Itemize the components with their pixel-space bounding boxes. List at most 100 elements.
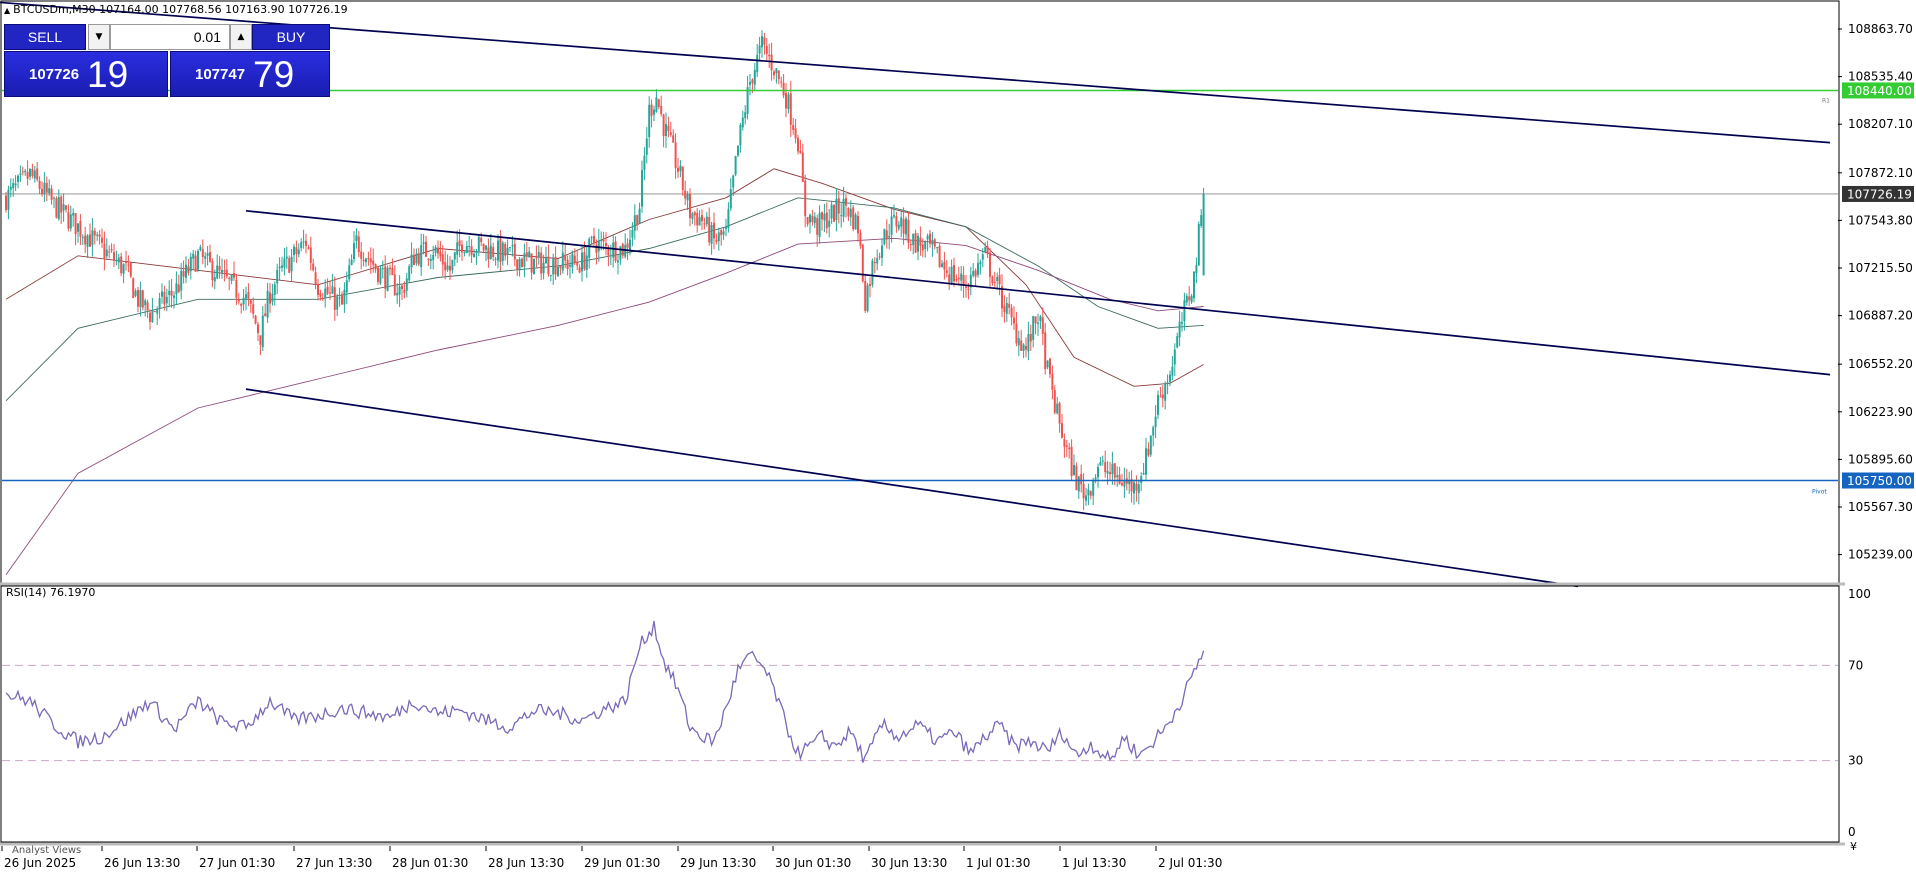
time-tick-label: 29 Jun 13:30 — [680, 856, 756, 870]
candle-body — [797, 137, 799, 152]
candle-body — [110, 249, 113, 251]
candle-body — [715, 239, 718, 242]
candle-body — [1005, 302, 1008, 314]
candle-body — [557, 266, 559, 276]
candle-body — [120, 256, 123, 274]
candle-body — [348, 265, 351, 280]
candle-body — [36, 168, 39, 180]
candle-body — [890, 216, 893, 235]
time-tick-label: 30 Jun 13:30 — [871, 856, 947, 870]
candle-body — [672, 135, 675, 143]
candle-body — [1161, 394, 1164, 399]
candle-body — [725, 226, 727, 229]
candle-body — [312, 263, 315, 271]
candle-body — [713, 222, 715, 239]
candle-body — [221, 269, 223, 273]
candle-body — [1149, 435, 1152, 455]
candle-body — [72, 212, 75, 216]
lot-size-input[interactable] — [110, 24, 230, 50]
sell-price-button[interactable]: 107726 19 — [4, 51, 168, 97]
candle-body — [499, 238, 502, 263]
candle-body — [835, 198, 838, 220]
scale-toggle-icon[interactable]: ¥ — [1850, 840, 1857, 853]
candle-body — [612, 242, 615, 258]
candle-body — [1097, 466, 1099, 478]
candle-body — [878, 256, 881, 258]
candle-body — [271, 293, 274, 302]
lot-increase-button[interactable]: ▲ — [230, 24, 252, 50]
candle-body — [441, 254, 444, 265]
candle-body — [734, 156, 737, 175]
candle-body — [861, 244, 864, 282]
candle-body — [854, 214, 857, 230]
candle-body — [1068, 447, 1071, 450]
candle-body — [333, 287, 336, 310]
candle-body — [789, 93, 792, 125]
candle-body — [581, 252, 583, 272]
candle-body — [1202, 193, 1205, 276]
candle-body — [249, 300, 252, 304]
candle-body — [1015, 323, 1018, 344]
candle-body — [761, 36, 763, 48]
candle-body — [845, 198, 847, 206]
candle-body — [1022, 344, 1025, 351]
candle-body — [777, 70, 780, 79]
candle-body — [530, 253, 533, 273]
candle-body — [739, 124, 742, 146]
candle-body — [108, 251, 111, 253]
candle-body — [818, 212, 821, 237]
candle-body — [902, 219, 905, 234]
candle-body — [139, 289, 142, 307]
candle-body — [756, 54, 759, 73]
sell-price-main: 107726 — [29, 66, 80, 83]
candle-body — [617, 260, 619, 263]
candle-body — [794, 128, 797, 139]
candle-body — [41, 188, 43, 194]
candle-body — [206, 253, 209, 256]
candle-body — [729, 189, 732, 209]
candle-body — [1041, 317, 1044, 334]
candle-body — [1089, 491, 1092, 496]
candle-body — [974, 270, 977, 277]
lot-decrease-button[interactable]: ▼ — [88, 24, 110, 50]
candle-body — [273, 284, 276, 295]
candle-body — [1087, 489, 1090, 496]
candle-body — [1092, 480, 1095, 496]
candle-body — [667, 125, 670, 132]
candle-body — [1034, 316, 1037, 324]
candle-body — [941, 263, 943, 268]
candle-body — [19, 173, 22, 175]
collapse-triangle-icon[interactable]: ▲ — [4, 6, 10, 15]
candle-body — [888, 235, 891, 238]
candle-body — [264, 313, 267, 317]
candle-body — [698, 217, 701, 226]
candle-body — [1188, 296, 1191, 301]
candle-body — [547, 256, 550, 275]
candle-body — [1053, 390, 1056, 413]
candle-body — [809, 214, 811, 223]
analyst-views-tab[interactable]: Analyst Views — [12, 845, 81, 856]
candle-body — [893, 215, 895, 217]
candle-body — [453, 252, 456, 260]
candle-body — [662, 114, 665, 137]
candle-body — [1075, 465, 1078, 491]
candle-body — [329, 292, 331, 294]
candle-body — [912, 233, 915, 245]
candle-body — [1020, 340, 1023, 351]
price-tick-label: 105239.00 — [1848, 548, 1913, 562]
candle-body — [907, 219, 910, 243]
candle-body — [513, 243, 516, 260]
candle-body — [439, 251, 442, 257]
sell-button[interactable]: SELL — [4, 24, 86, 50]
candle-body — [65, 205, 67, 210]
candle-body — [309, 247, 312, 263]
price-chart[interactable]: R1 Pivot 108863.70 108535.40 108207.10 10787… — [0, 0, 1916, 874]
candle-body — [993, 281, 996, 283]
buy-price-button[interactable]: 107747 79 — [170, 51, 330, 97]
candle-body — [396, 292, 399, 296]
candle-body — [117, 257, 120, 263]
buy-button[interactable]: BUY — [252, 24, 330, 50]
candle-body — [773, 71, 775, 76]
candle-body — [321, 298, 324, 300]
candle-body — [96, 234, 99, 236]
